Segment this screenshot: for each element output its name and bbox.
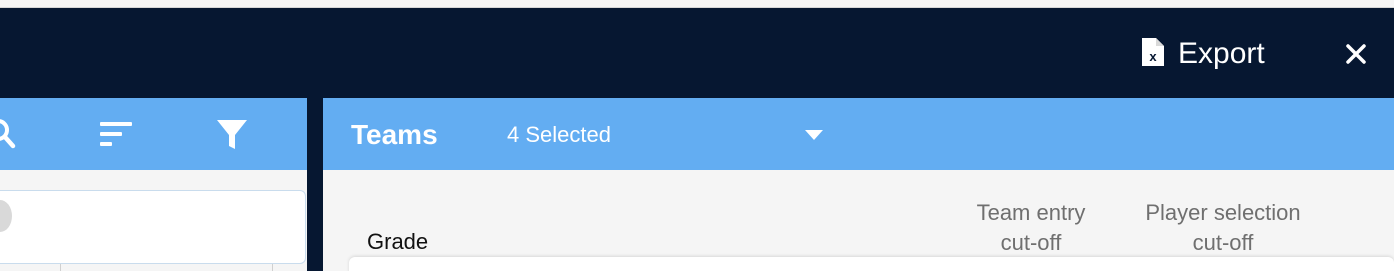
column-header-line: Player selection [1145,200,1301,225]
close-button[interactable] [1340,38,1372,70]
app-window: x Export Teams 4 Selected Grade Team ent… [0,0,1394,271]
teams-title: Teams [351,119,438,150]
column-header-line: cut-off [1192,230,1254,255]
list-column-divider [272,264,273,271]
search-icon [0,119,16,149]
export-label: Export [1178,37,1265,70]
excel-file-icon: x [1140,36,1166,73]
sort-button[interactable] [98,116,134,152]
column-header-player-selection-cutoff[interactable]: Player selection cut-off [1113,198,1333,258]
left-panel [0,98,307,271]
left-toolbar [0,98,307,170]
column-header-line: Team entry [976,200,1086,225]
teams-panel: Teams 4 Selected Grade Team entry cut-of… [323,98,1394,271]
search-button[interactable] [0,116,24,152]
left-search-field[interactable] [0,190,306,264]
teams-select-value[interactable]: 4 Selected [507,120,611,150]
teams-toolbar: Teams 4 Selected [323,98,1394,170]
table-row[interactable] [349,257,1394,271]
filter-button[interactable] [214,116,250,152]
browser-top-strip [0,0,1394,8]
list-column-divider [60,264,61,271]
close-icon [1346,44,1366,64]
chevron-down-icon[interactable] [804,128,824,142]
column-header-team-entry-cutoff[interactable]: Team entry cut-off [941,198,1121,258]
column-header-line: cut-off [1000,230,1062,255]
export-button[interactable]: x Export [1140,36,1265,72]
svg-text:x: x [1149,49,1157,64]
dialog-header: x Export [0,8,1394,98]
column-header-grade[interactable]: Grade [367,228,428,256]
sort-icon [100,122,132,146]
filter-icon [217,120,247,149]
